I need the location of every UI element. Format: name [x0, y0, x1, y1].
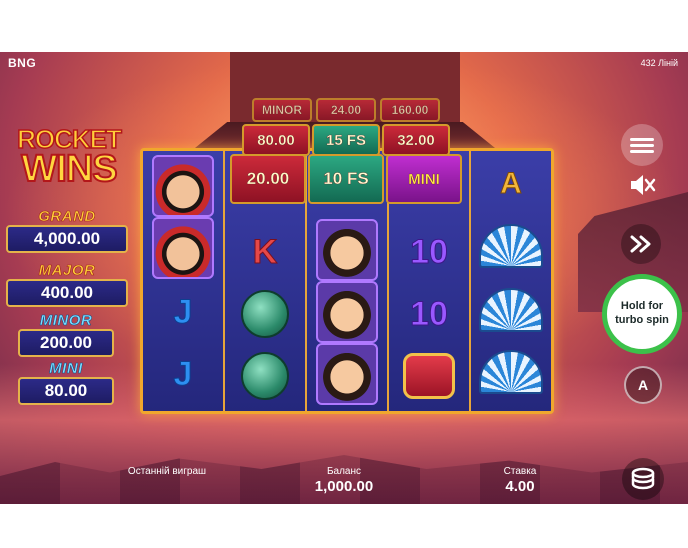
bet-settings-button[interactable] [622, 458, 664, 500]
speaker-muted-icon [631, 175, 656, 195]
jade-pouch-icon [241, 352, 289, 400]
multiplier-back-2: 24.00 [316, 98, 376, 122]
spin-button[interactable]: Hold for turbo spin [602, 274, 682, 354]
balance-value: 1,000.00 [314, 478, 374, 495]
symbol-label: J [173, 292, 193, 331]
jackpot-value: 200.00 [18, 329, 114, 357]
jackpot-name: MINI [49, 360, 83, 378]
symbol-j: J [143, 281, 223, 343]
jackpot-value: 80.00 [18, 377, 114, 405]
symbol-jade-pouch [225, 345, 305, 407]
bet-label: Ставка [503, 466, 537, 477]
fan-icon [479, 224, 543, 268]
multiplier-back-3: 160.00 [380, 98, 440, 122]
multiplier-mid-1: 80.00 [242, 124, 310, 156]
symbol-fan [471, 215, 551, 277]
jackpot-major: MAJOR 400.00 [6, 262, 128, 307]
fast-forward-button[interactable] [621, 224, 661, 264]
symbol-label: 10 [410, 232, 449, 271]
symbol-label: 10 [410, 294, 449, 333]
fan-icon [479, 288, 543, 332]
jackpot-name: MINOR [39, 312, 93, 330]
jackpot-name: GRAND [38, 208, 96, 226]
drum-icon [403, 353, 455, 399]
last-win-label: Останній виграш [127, 466, 207, 477]
sound-toggle-button[interactable] [625, 170, 659, 200]
hamburger-icon [630, 135, 654, 156]
jackpot-name: MAJOR [38, 262, 96, 280]
symbol-drum [389, 345, 469, 407]
portrait-man-icon [152, 217, 214, 279]
multiplier-mid-3: 32.00 [382, 124, 450, 156]
portrait-man-icon [152, 155, 214, 217]
spin-label: Hold for turbo spin [615, 300, 669, 328]
fan-icon [479, 350, 543, 394]
spin-label-line1: Hold for [620, 300, 664, 313]
multiplier-front-3: MINI [386, 154, 462, 204]
spin-label-line2: turbo spin [615, 314, 669, 326]
reel-5: A [471, 151, 551, 411]
multiplier-mid-2: 15 FS [312, 124, 380, 156]
jackpot-grand: GRAND 4,000.00 [6, 208, 128, 253]
symbol-portrait-woman [307, 343, 387, 405]
autoplay-icon: A [637, 377, 649, 393]
jackpot-minor: MINOR 200.00 [18, 312, 114, 357]
paylines-count: 432 Ліній [640, 58, 678, 68]
portrait-woman-icon [316, 343, 378, 405]
symbol-k: K [225, 221, 305, 283]
symbol-fan [471, 279, 551, 341]
fast-forward-icon [630, 235, 651, 253]
coins-icon [631, 467, 655, 490]
symbol-j: J [143, 343, 223, 405]
jade-pouch-icon [241, 290, 289, 338]
symbol-label: J [173, 354, 193, 393]
provider-brand: BNG [8, 56, 37, 70]
jackpot-value: 400.00 [6, 279, 128, 307]
symbol-portrait-man [143, 217, 223, 279]
symbol-portrait-man [143, 155, 223, 217]
portrait-woman-icon [316, 219, 378, 281]
symbol-jade-pouch [225, 283, 305, 345]
jackpot-mini: MINI 80.00 [18, 360, 114, 405]
symbol-fan [471, 341, 551, 403]
reel-1: J J [143, 151, 225, 411]
symbol-label: A [500, 167, 523, 201]
bet-value: 4.00 [505, 478, 535, 495]
autoplay-button[interactable]: A [624, 366, 662, 404]
symbol-portrait-woman [307, 219, 387, 281]
portrait-woman-icon [316, 281, 378, 343]
menu-button[interactable] [621, 124, 663, 166]
multiplier-back-1: MINOR [252, 98, 312, 122]
jackpot-value: 4,000.00 [6, 225, 128, 253]
logo-line-2: WINS [20, 148, 118, 190]
symbol-ten: 10 [389, 221, 469, 283]
multiplier-front-2: 10 FS [308, 154, 384, 204]
balance-label: Баланс [326, 466, 362, 477]
symbol-ten: 10 [389, 283, 469, 345]
symbol-portrait-woman [307, 281, 387, 343]
symbol-a: A [471, 153, 551, 215]
symbol-label: K [252, 232, 278, 271]
game-logo: ROCKET WINS [10, 125, 128, 190]
multiplier-front-1: 20.00 [230, 154, 306, 204]
